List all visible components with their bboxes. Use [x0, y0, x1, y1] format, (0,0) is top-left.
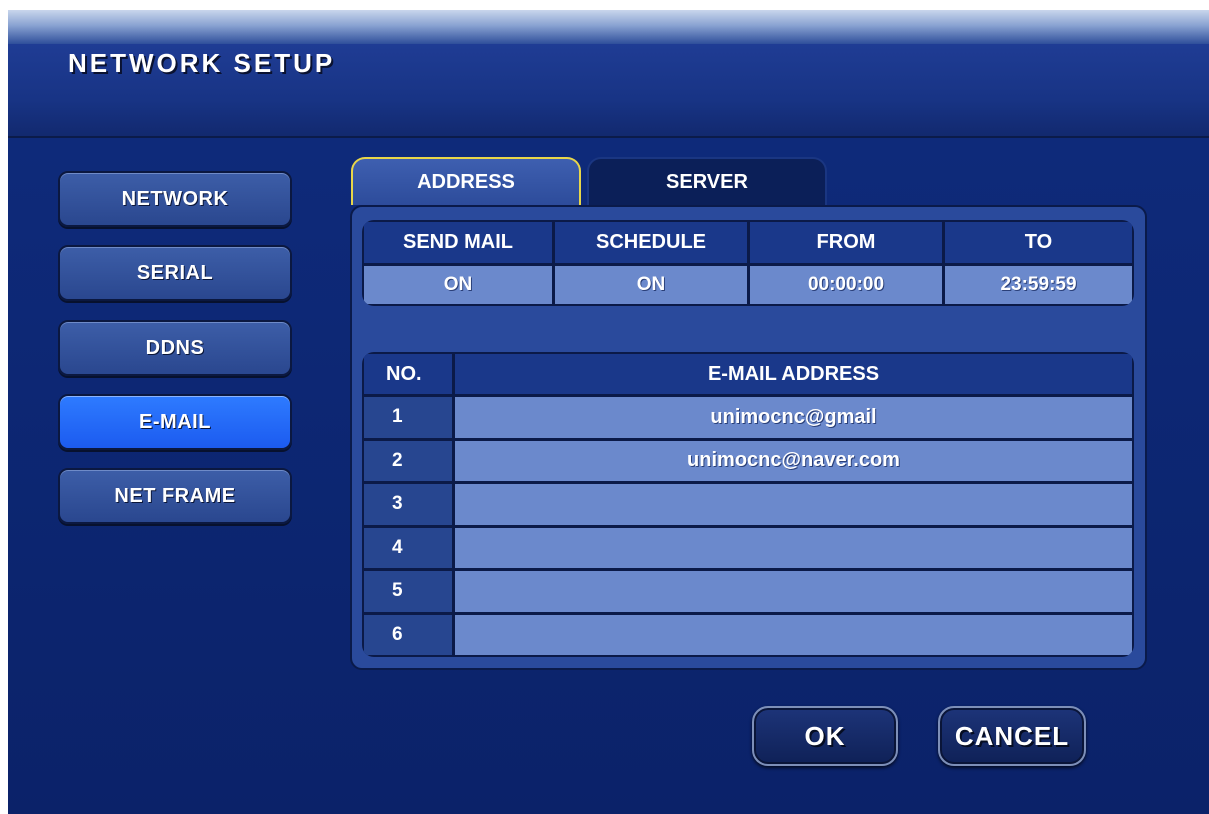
sidebar-item-net-frame[interactable]: NET FRAME [58, 468, 292, 524]
header-email-address: E-MAIL ADDRESS [455, 354, 1132, 394]
email-address-field-5[interactable] [455, 571, 1132, 612]
cancel-button[interactable]: CANCEL [938, 706, 1086, 766]
row-number: 3 [364, 484, 452, 525]
header-send-mail: SEND MAIL [364, 222, 552, 263]
row-number: 1 [364, 397, 452, 438]
tab-address[interactable]: ADDRESS [351, 157, 581, 205]
row-number: 6 [364, 614, 452, 655]
from-time-field[interactable]: 00:00:00 [750, 266, 942, 304]
schedule-value[interactable]: ON [555, 266, 747, 304]
sidebar-item-network[interactable]: NETWORK [58, 171, 292, 227]
email-address-field-1[interactable]: unimocnc@gmail [455, 397, 1132, 438]
email-address-field-4[interactable] [455, 527, 1132, 568]
to-time-field[interactable]: 23:59:59 [945, 266, 1132, 304]
row-number: 5 [364, 571, 452, 612]
email-address-field-2[interactable]: unimocnc@naver.com [455, 440, 1132, 481]
header-no: NO. [364, 354, 452, 394]
row-number: 2 [364, 440, 452, 481]
sidebar-item-email[interactable]: E-MAIL [58, 394, 292, 450]
header-schedule: SCHEDULE [555, 222, 747, 263]
email-address-field-3[interactable] [455, 484, 1132, 525]
page-title: NETWORK SETUP [68, 48, 336, 78]
top-strip [8, 10, 1209, 44]
row-number: 4 [364, 527, 452, 568]
email-address-field-6[interactable] [455, 614, 1132, 655]
sidebar-item-ddns[interactable]: DDNS [58, 320, 292, 376]
tab-server[interactable]: SERVER [587, 157, 827, 205]
email-address-table: NO. E-MAIL ADDRESS 1 unimocnc@gmail 2 un… [362, 352, 1134, 657]
sidebar-item-serial[interactable]: SERIAL [58, 245, 292, 301]
mail-settings-table: SEND MAIL SCHEDULE FROM TO ON ON 00:00:0… [362, 220, 1134, 306]
send-mail-value[interactable]: ON [364, 266, 552, 304]
header-from: FROM [750, 222, 942, 263]
header-to: TO [945, 222, 1132, 263]
ok-button[interactable]: OK [752, 706, 898, 766]
